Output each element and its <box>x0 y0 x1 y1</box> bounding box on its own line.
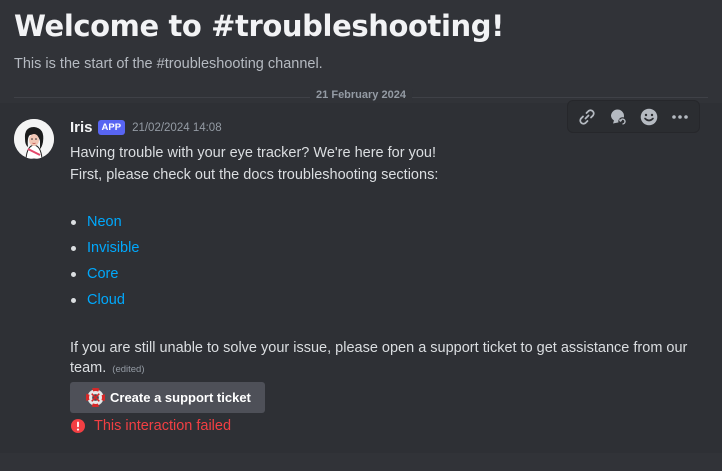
list-item: Cloud <box>70 287 139 313</box>
link-neon[interactable]: Neon <box>87 214 122 230</box>
welcome-subtitle: This is the start of the #troubleshootin… <box>14 56 323 72</box>
create-support-ticket-label: Create a support ticket <box>110 390 251 405</box>
list-item: Core <box>70 261 139 287</box>
date-divider-label: 21 February 2024 <box>310 89 412 101</box>
avatar[interactable] <box>14 119 54 159</box>
copy-link-button[interactable] <box>573 103 601 131</box>
link-icon <box>579 108 595 125</box>
thread-icon <box>611 109 627 126</box>
author-name[interactable]: Iris <box>70 119 93 136</box>
app-badge: APP <box>97 120 126 135</box>
link-cloud[interactable]: Cloud <box>87 292 125 308</box>
more-icon <box>671 114 688 119</box>
more-options-button[interactable] <box>666 103 694 131</box>
list-item: Invisible <box>70 235 139 261</box>
message-line-2: First, please check out the docs trouble… <box>70 167 439 183</box>
interaction-error: This interaction failed <box>70 418 231 434</box>
list-item: Neon <box>70 209 139 235</box>
message-timestamp[interactable]: 21/02/2024 14:08 <box>132 122 222 134</box>
message-line-1: Having trouble with your eye tracker? We… <box>70 145 436 161</box>
edited-marker: (edited) <box>112 364 145 375</box>
date-divider: 21 February 2024 <box>14 89 708 101</box>
error-text: This interaction failed <box>94 418 232 434</box>
add-reaction-icon <box>640 108 658 125</box>
welcome-title: Welcome to #troubleshooting! <box>14 9 504 43</box>
chat-view: Welcome to #troubleshooting! This is the… <box>0 0 722 471</box>
lifebuoy-icon <box>86 388 105 407</box>
message-footer-text: If you are still unable to solve your is… <box>70 338 690 380</box>
bullet-icon <box>71 271 76 277</box>
message-action-toolbar <box>567 100 700 133</box>
add-reaction-button[interactable] <box>635 103 663 131</box>
bullet-icon <box>71 219 76 225</box>
create-thread-button[interactable] <box>604 103 632 131</box>
error-icon <box>71 419 85 433</box>
bullet-icon <box>71 245 76 251</box>
link-invisible[interactable]: Invisible <box>87 240 139 256</box>
link-core[interactable]: Core <box>87 266 118 282</box>
docs-link-list: Neon Invisible Core Cloud <box>70 209 139 313</box>
support-text: If you are still unable to solve your is… <box>70 340 688 376</box>
bullet-icon <box>71 297 76 303</box>
create-support-ticket-button[interactable]: Create a support ticket <box>70 382 265 413</box>
message-body: Having trouble with your eye tracker? We… <box>70 142 438 186</box>
avatar-image <box>14 119 54 159</box>
message-header: Iris APP 21/02/2024 14:08 <box>70 119 222 136</box>
channel-welcome: Welcome to #troubleshooting! This is the… <box>14 8 504 72</box>
